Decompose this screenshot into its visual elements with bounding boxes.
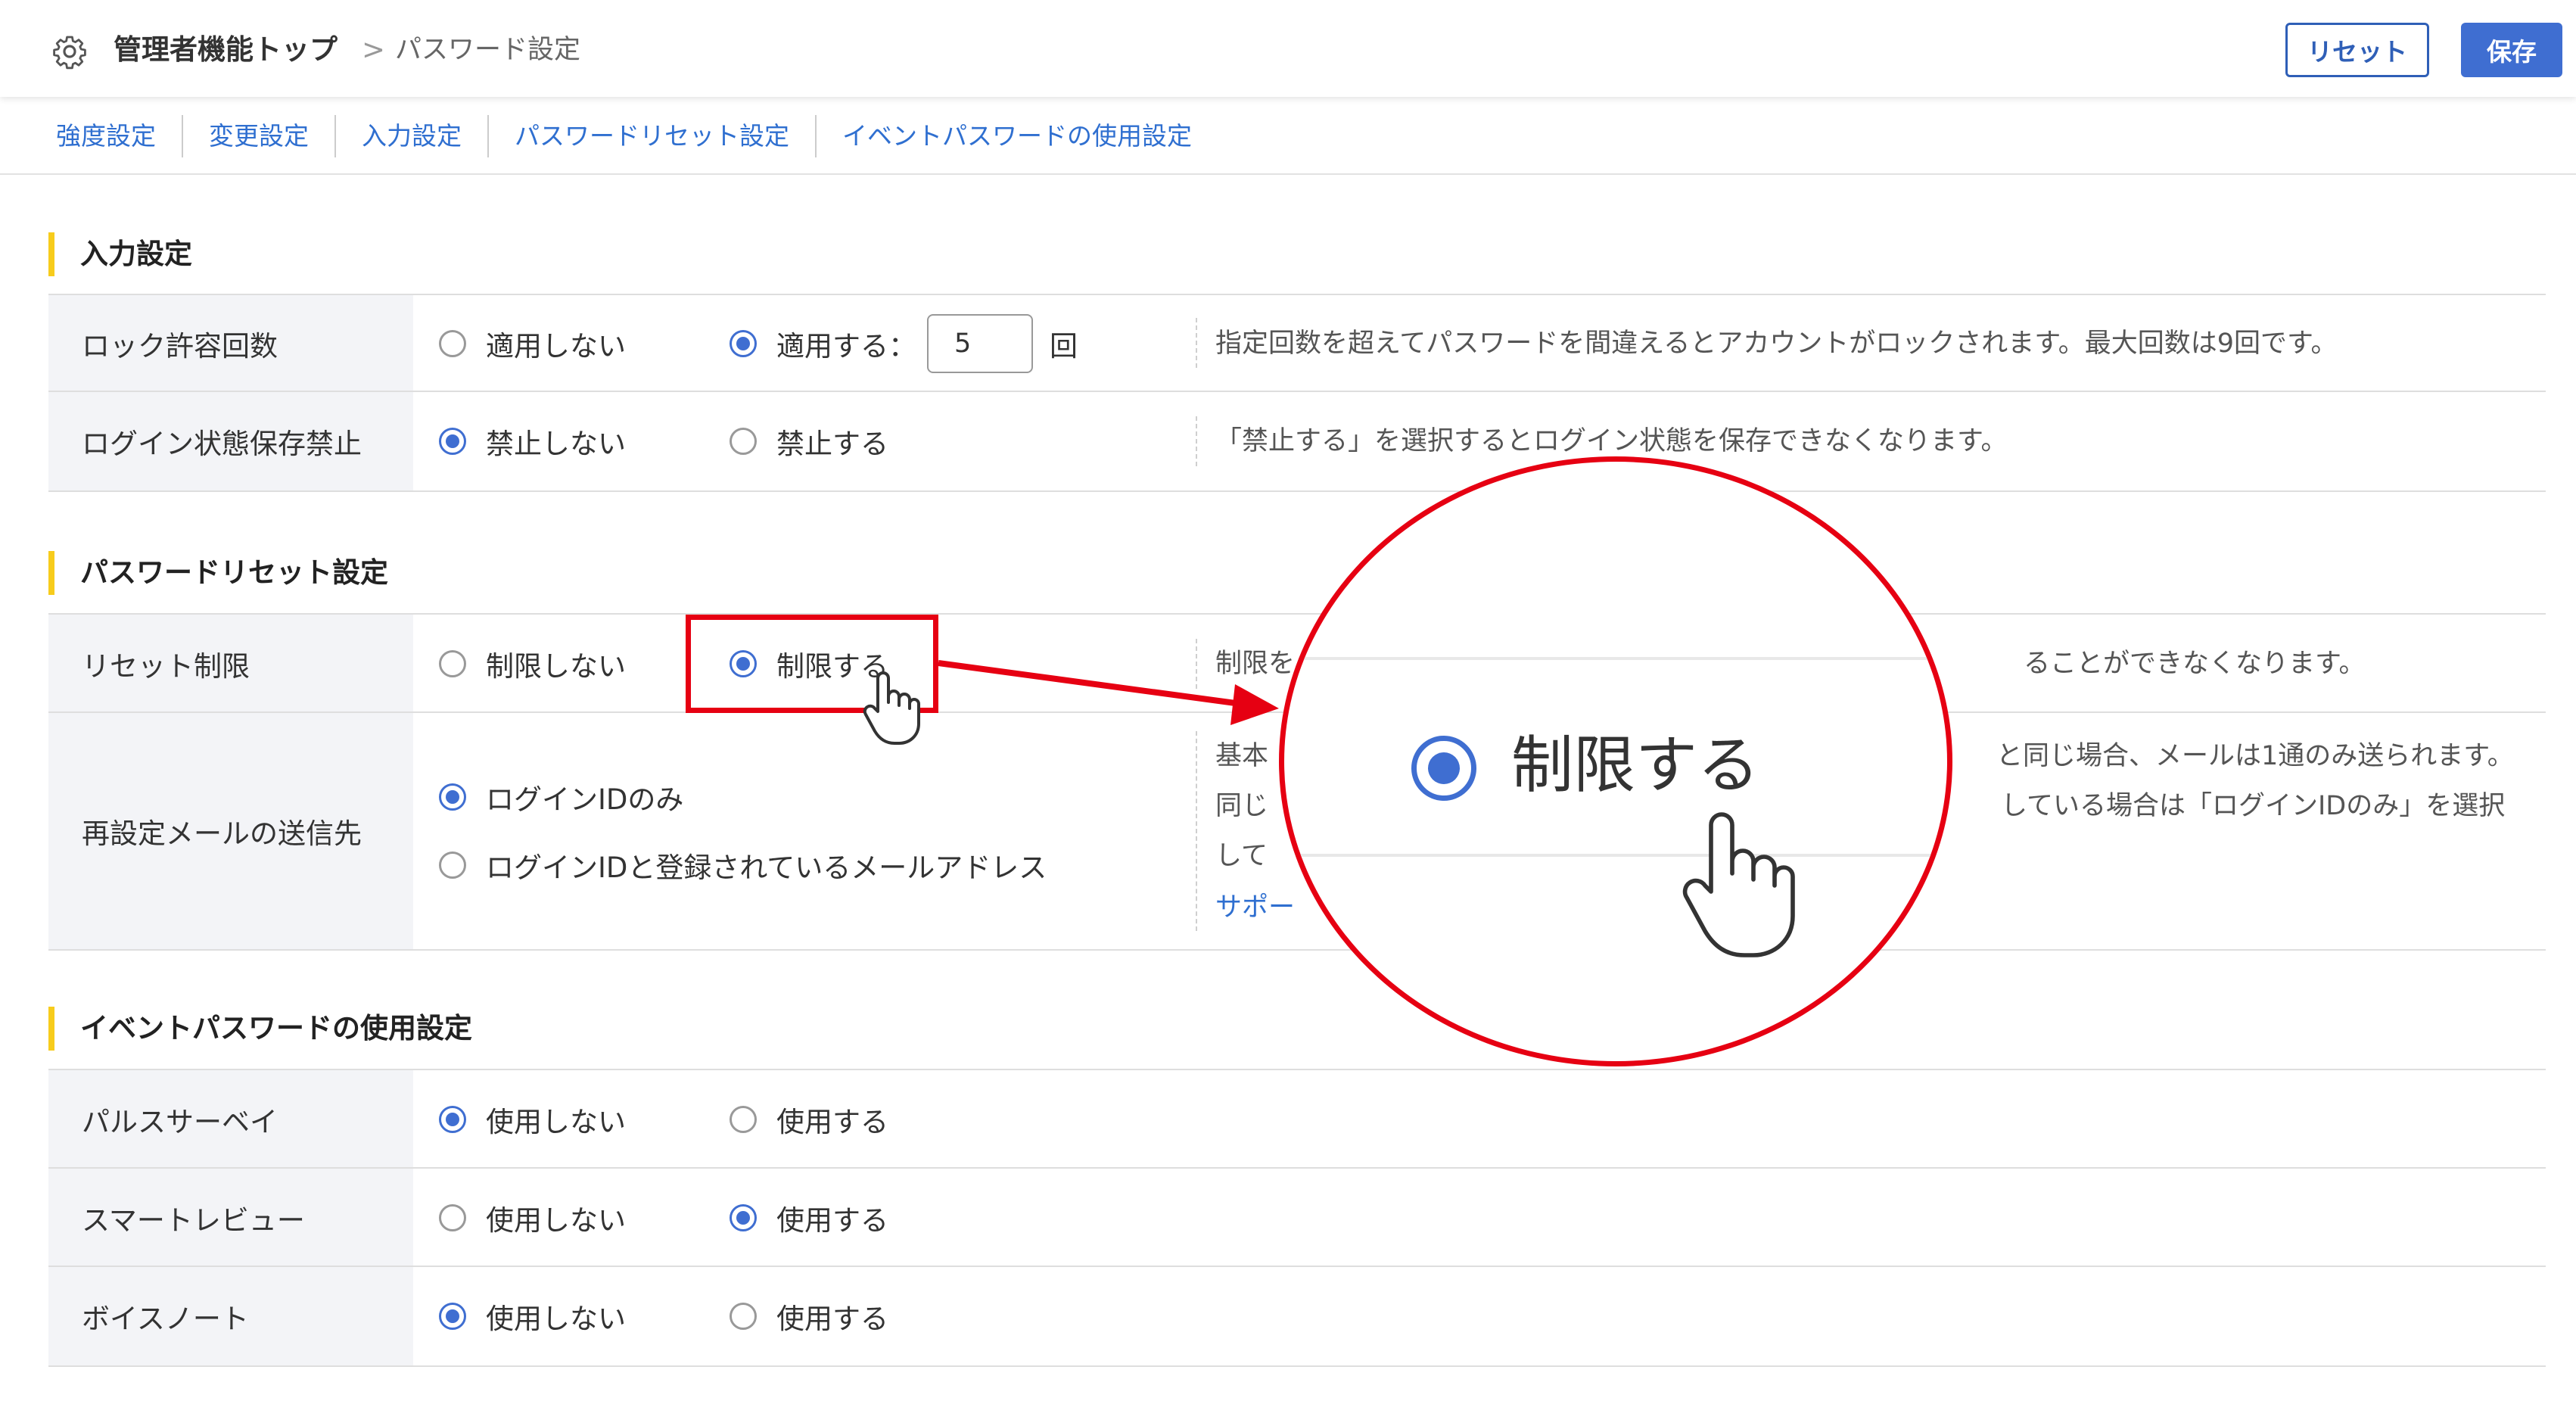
radio-circle-selected <box>730 330 757 357</box>
radio-circle-selected <box>439 1303 466 1330</box>
tabs-divider <box>0 173 2576 175</box>
zoom-row-line <box>1284 657 1947 660</box>
row-label-cell: リセット制限 <box>48 615 413 713</box>
setting-row-pulse-survey: パルスサーベイ 使用しない 使用する <box>48 1069 2546 1169</box>
radio-label: 禁止する <box>776 428 888 460</box>
row-label: ロック許容回数 <box>82 330 278 363</box>
row-description-line-2: 同じ <box>1215 791 1269 821</box>
breadcrumb-home[interactable]: 管理者機能トップ <box>114 30 338 70</box>
row-label-cell: ボイスノート <box>48 1267 413 1365</box>
radio-label: 制限しない <box>486 650 626 683</box>
radio-smart-review-on[interactable]: 使用する <box>730 1169 888 1267</box>
zoom-radio-label: 制限する <box>1511 730 1760 802</box>
reset-button[interactable]: リセット <box>2285 23 2429 77</box>
section-title-event: イベントパスワードの使用設定 <box>48 1007 472 1051</box>
zoom-callout: 制限する <box>1279 456 1952 1066</box>
desc-divider <box>1196 318 1197 368</box>
radio-pulse-survey-off[interactable]: 使用しない <box>439 1070 626 1169</box>
row-label-cell: ログイン状態保存禁止 <box>48 392 413 490</box>
row-label: スマートレビュー <box>82 1204 305 1237</box>
lock-count-unit: 回 <box>1050 330 1078 363</box>
radio-voice-note-on[interactable]: 使用する <box>730 1267 888 1365</box>
top-bar: 管理者機能トップ > パスワード設定 リセット 保存 <box>0 0 2576 97</box>
radio-circle <box>439 851 466 879</box>
radio-reset-limit-off[interactable]: 制限しない <box>439 615 626 713</box>
section-title-reset: パスワードリセット設定 <box>48 551 388 595</box>
radio-label: ログインIDのみ <box>486 783 684 816</box>
radio-circle <box>730 428 757 455</box>
setting-row-login-keep: ログイン状態保存禁止 禁止しない 禁止する 「禁止する」を選択するとログイン状態… <box>48 391 2546 492</box>
breadcrumb-current: パスワード設定 <box>395 35 581 65</box>
tab-event-password[interactable]: イベントパスワードの使用設定 <box>815 115 1218 157</box>
desc-divider <box>1196 731 1197 931</box>
radio-circle <box>439 1204 466 1231</box>
lock-count-input[interactable]: 5 <box>927 314 1033 373</box>
radio-label: ログインIDと登録されているメールアドレス <box>486 851 1047 884</box>
radio-label: 使用しない <box>486 1303 626 1335</box>
radio-circle <box>439 330 466 357</box>
settings-tabs: 強度設定 変更設定 入力設定 パスワードリセット設定 イベントパスワードの使用設… <box>29 115 1218 157</box>
radio-mail-login-id-and-email[interactable]: ログインIDと登録されているメールアドレス <box>439 840 1047 890</box>
row-label: ログイン状態保存禁止 <box>82 428 362 460</box>
save-button[interactable]: 保存 <box>2461 23 2562 77</box>
support-link[interactable]: サポー <box>1215 883 1295 932</box>
radio-lock-on[interactable]: 適用する： 5 回 <box>730 295 1078 392</box>
hand-pointer-icon <box>863 671 920 745</box>
row-description-right-1: と同じ場合、メールは1通のみ送られます。 <box>1996 741 2514 771</box>
row-description-line-1: 基本 <box>1215 741 1269 771</box>
desc-divider <box>1196 416 1197 466</box>
radio-label: 禁止しない <box>486 428 626 460</box>
row-description: 指定回数を超えてパスワードを間違えるとアカウントがロックされます。最大回数は9回… <box>1215 328 2338 359</box>
row-label-cell: ロック許容回数 <box>48 295 413 392</box>
radio-login-keep-on[interactable]: 禁止する <box>730 392 888 490</box>
radio-label: 使用する <box>776 1303 888 1335</box>
desc-divider <box>1196 639 1197 689</box>
setting-row-voice-note: ボイスノート 使用しない 使用する <box>48 1266 2546 1367</box>
setting-row-lock: ロック許容回数 適用しない 適用する： 5 回 指定回数を超えてパスワードを間違… <box>48 294 2546 392</box>
radio-circle-selected <box>439 783 466 811</box>
radio-login-keep-off[interactable]: 禁止しない <box>439 392 626 490</box>
tab-change[interactable]: 変更設定 <box>182 115 334 157</box>
breadcrumb-separator: > <box>362 33 386 66</box>
radio-circle <box>730 1106 757 1133</box>
radio-circle-selected <box>439 1106 466 1133</box>
row-label-cell: スマートレビュー <box>48 1169 413 1267</box>
row-label: リセット制限 <box>82 650 250 683</box>
radio-label: 使用する <box>776 1204 888 1237</box>
tab-input[interactable]: 入力設定 <box>334 115 487 157</box>
radio-mail-login-id-only[interactable]: ログインIDのみ <box>439 772 683 822</box>
tab-strength[interactable]: 強度設定 <box>29 115 182 157</box>
gear-icon[interactable] <box>51 33 88 70</box>
row-description-left: 制限を <box>1215 649 1296 679</box>
zoom-hand-pointer-icon <box>1682 812 1795 957</box>
row-description-line-3: して <box>1215 841 1268 871</box>
radio-circle <box>730 1303 757 1330</box>
section-title-input: 入力設定 <box>48 232 192 276</box>
row-description-right-2: している場合は「ログインIDのみ」を選択 <box>2001 791 2506 821</box>
radio-smart-review-off[interactable]: 使用しない <box>439 1169 626 1267</box>
row-label: ボイスノート <box>82 1303 249 1335</box>
row-label-cell: 再設定メールの送信先 <box>48 713 413 949</box>
zoom-radio-selected <box>1411 736 1476 801</box>
radio-label: 適用しない <box>486 330 626 363</box>
radio-lock-off[interactable]: 適用しない <box>439 295 626 392</box>
row-description-right: ることができなくなります。 <box>2024 649 2366 679</box>
radio-circle-selected <box>439 428 466 455</box>
row-label: パルスサーベイ <box>82 1106 278 1138</box>
radio-label: 使用しない <box>486 1204 626 1237</box>
radio-pulse-survey-on[interactable]: 使用する <box>730 1070 888 1169</box>
radio-label: 使用しない <box>486 1106 626 1138</box>
row-label: 再設定メールの送信先 <box>82 817 362 850</box>
radio-circle <box>439 650 466 677</box>
zoom-row-line <box>1284 854 1947 857</box>
radio-label: 使用する <box>776 1106 888 1138</box>
setting-row-smart-review: スマートレビュー 使用しない 使用する <box>48 1167 2546 1267</box>
tab-password-reset[interactable]: パスワードリセット設定 <box>487 115 815 157</box>
radio-circle-selected <box>730 1204 757 1231</box>
row-label-cell: パルスサーベイ <box>48 1070 413 1169</box>
radio-voice-note-off[interactable]: 使用しない <box>439 1267 626 1365</box>
radio-label: 適用する： <box>776 330 916 363</box>
